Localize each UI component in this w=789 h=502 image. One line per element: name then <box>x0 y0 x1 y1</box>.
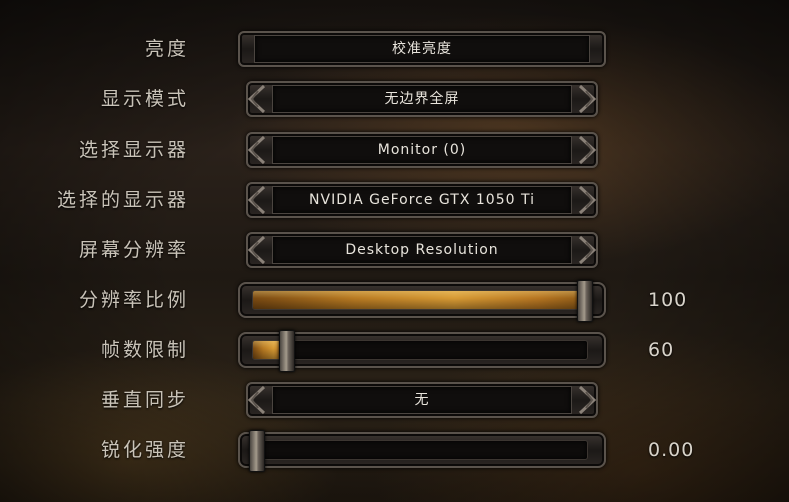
arrow-left-icon[interactable] <box>244 234 266 266</box>
monitor-selector[interactable]: Monitor (0) <box>232 130 612 170</box>
setting-label: 亮度 <box>144 38 189 60</box>
arrow-right-icon[interactable] <box>578 184 600 216</box>
slider-value: 100 <box>648 289 688 311</box>
sharpening-slider[interactable] <box>232 430 612 472</box>
vsync-selector[interactable]: 无 <box>232 380 612 420</box>
setting-row-frame-limit: 帧数限制 60 <box>0 328 789 372</box>
selector-value: Desktop Resolution <box>272 236 572 264</box>
setting-row-resolution-scale: 分辨率比例 100 <box>0 278 789 322</box>
setting-row-vsync: 垂直同步 无 <box>0 378 789 422</box>
selector-value: 无边界全屏 <box>272 85 572 113</box>
setting-label: 显示模式 <box>100 88 189 110</box>
slider-track <box>252 440 588 460</box>
slider-track <box>252 290 588 310</box>
arrow-right-icon[interactable] <box>578 234 600 266</box>
setting-label: 垂直同步 <box>100 389 189 411</box>
setting-row-display-mode: 显示模式 无边界全屏 <box>0 77 789 121</box>
slider-fill <box>253 291 587 309</box>
setting-label: 帧数限制 <box>100 339 189 361</box>
slider-thumb[interactable] <box>278 330 295 372</box>
arrow-right-icon[interactable] <box>578 83 600 115</box>
setting-row-resolution: 屏幕分辨率 Desktop Resolution <box>0 228 789 272</box>
setting-label: 选择显示器 <box>78 139 189 161</box>
arrow-left-icon[interactable] <box>244 184 266 216</box>
slider-thumb[interactable] <box>577 280 593 322</box>
arrow-right-icon[interactable] <box>578 134 600 166</box>
setting-label: 分辨率比例 <box>78 289 189 311</box>
calibrate-brightness-button[interactable]: 校准亮度 <box>232 29 612 69</box>
setting-row-select-monitor: 选择显示器 Monitor (0) <box>0 128 789 172</box>
slider-value: 60 <box>648 339 675 361</box>
setting-label: 选择的显示器 <box>56 189 189 211</box>
frame-limit-slider[interactable] <box>232 330 612 372</box>
slider-track <box>252 340 588 360</box>
selector-value: Monitor (0) <box>272 136 572 164</box>
arrow-right-icon[interactable] <box>578 384 600 416</box>
setting-row-sharpening: 锐化强度 0.00 <box>0 428 789 472</box>
arrow-left-icon[interactable] <box>244 83 266 115</box>
button-label: 校准亮度 <box>254 35 590 63</box>
slider-value: 0.00 <box>648 439 695 461</box>
resolution-selector[interactable]: Desktop Resolution <box>232 230 612 270</box>
setting-row-brightness: 亮度 校准亮度 <box>0 27 789 71</box>
setting-label: 屏幕分辨率 <box>78 239 189 261</box>
display-mode-selector[interactable]: 无边界全屏 <box>232 79 612 119</box>
setting-label: 锐化强度 <box>100 439 189 461</box>
selector-value: NVIDIA GeForce GTX 1050 Ti <box>272 186 572 214</box>
selector-value: 无 <box>272 386 572 414</box>
adapter-selector[interactable]: NVIDIA GeForce GTX 1050 Ti <box>232 180 612 220</box>
resolution-scale-slider[interactable] <box>232 280 612 322</box>
arrow-left-icon[interactable] <box>244 384 266 416</box>
slider-thumb[interactable] <box>249 430 265 472</box>
arrow-left-icon[interactable] <box>244 134 266 166</box>
setting-row-selected-adapter: 选择的显示器 NVIDIA GeForce GTX 1050 Ti <box>0 178 789 222</box>
